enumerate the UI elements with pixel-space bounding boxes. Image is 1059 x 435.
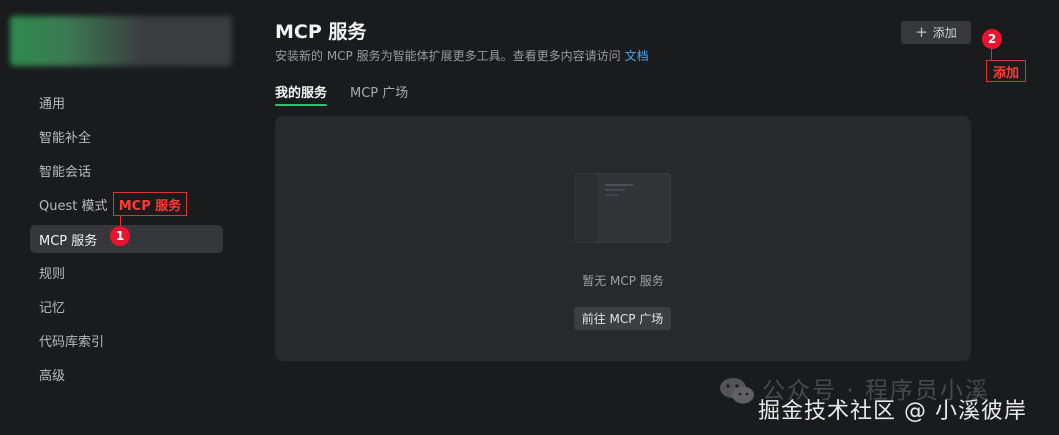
active-tab-indicator — [275, 104, 328, 106]
sidebar-item-general[interactable]: 通用 — [30, 88, 223, 116]
tab-mcp-marketplace[interactable]: MCP 广场 — [350, 82, 408, 104]
sidebar-item-label: 通用 — [39, 96, 66, 112]
sidebar-item-memory[interactable]: 记忆 — [30, 292, 223, 320]
tab-my-services[interactable]: 我的服务 — [275, 82, 328, 106]
subtitle-text: 安装新的 MCP 服务为智能体扩展更多工具。查看更多内容请访问 — [275, 49, 621, 63]
sidebar-item-label: 规则 — [39, 266, 66, 282]
sidebar-item-label: 代码库索引 — [39, 334, 105, 350]
tab-label: MCP 广场 — [350, 86, 409, 101]
plus-icon: + — [915, 23, 928, 41]
annotation-label-add: 添加 — [986, 60, 1026, 82]
add-button-label: 添加 — [932, 26, 957, 40]
blurred-profile-area — [10, 16, 232, 66]
sidebar-item-label: 智能补全 — [39, 130, 92, 146]
tab-label: 我的服务 — [275, 86, 328, 101]
sidebar-item-label: Quest 模式 — [39, 198, 108, 214]
sidebar-item-label: 高级 — [39, 368, 66, 384]
empty-state-message: 暂无 MCP 服务 — [582, 274, 664, 288]
sidebar-item-label: MCP 服务 — [39, 233, 98, 249]
annotation-label-mcp: MCP 服务 — [113, 192, 187, 216]
annotation-connector — [991, 49, 992, 60]
services-panel: 暂无 MCP 服务 前往 MCP 广场 — [275, 116, 971, 361]
sidebar-item-advanced[interactable]: 高级 — [30, 360, 223, 388]
empty-document-icon — [575, 173, 671, 243]
sidebar-item-label: 记忆 — [39, 300, 66, 316]
sidebar-item-rules[interactable]: 规则 — [30, 258, 223, 286]
add-button[interactable]: + 添加 — [901, 21, 971, 44]
annotation-badge-1: 1 — [110, 226, 130, 246]
sidebar-item-label: 智能会话 — [39, 164, 92, 180]
wechat-icon — [720, 378, 754, 404]
goto-marketplace-button[interactable]: 前往 MCP 广场 — [574, 307, 671, 330]
docs-link[interactable]: 文档 — [625, 49, 649, 63]
page-subtitle: 安装新的 MCP 服务为智能体扩展更多工具。查看更多内容请访问 文档 — [275, 47, 649, 64]
sidebar-item-smart-completion[interactable]: 智能补全 — [30, 122, 223, 150]
sidebar-item-codebase-index[interactable]: 代码库索引 — [30, 326, 223, 354]
annotation-badge-2: 2 — [982, 29, 1002, 49]
watermark-juejin: 掘金技术社区 @ 小溪彼岸 — [758, 399, 1027, 424]
sidebar-item-smart-chat[interactable]: 智能会话 — [30, 156, 223, 184]
page-title: MCP 服务 — [275, 21, 367, 43]
